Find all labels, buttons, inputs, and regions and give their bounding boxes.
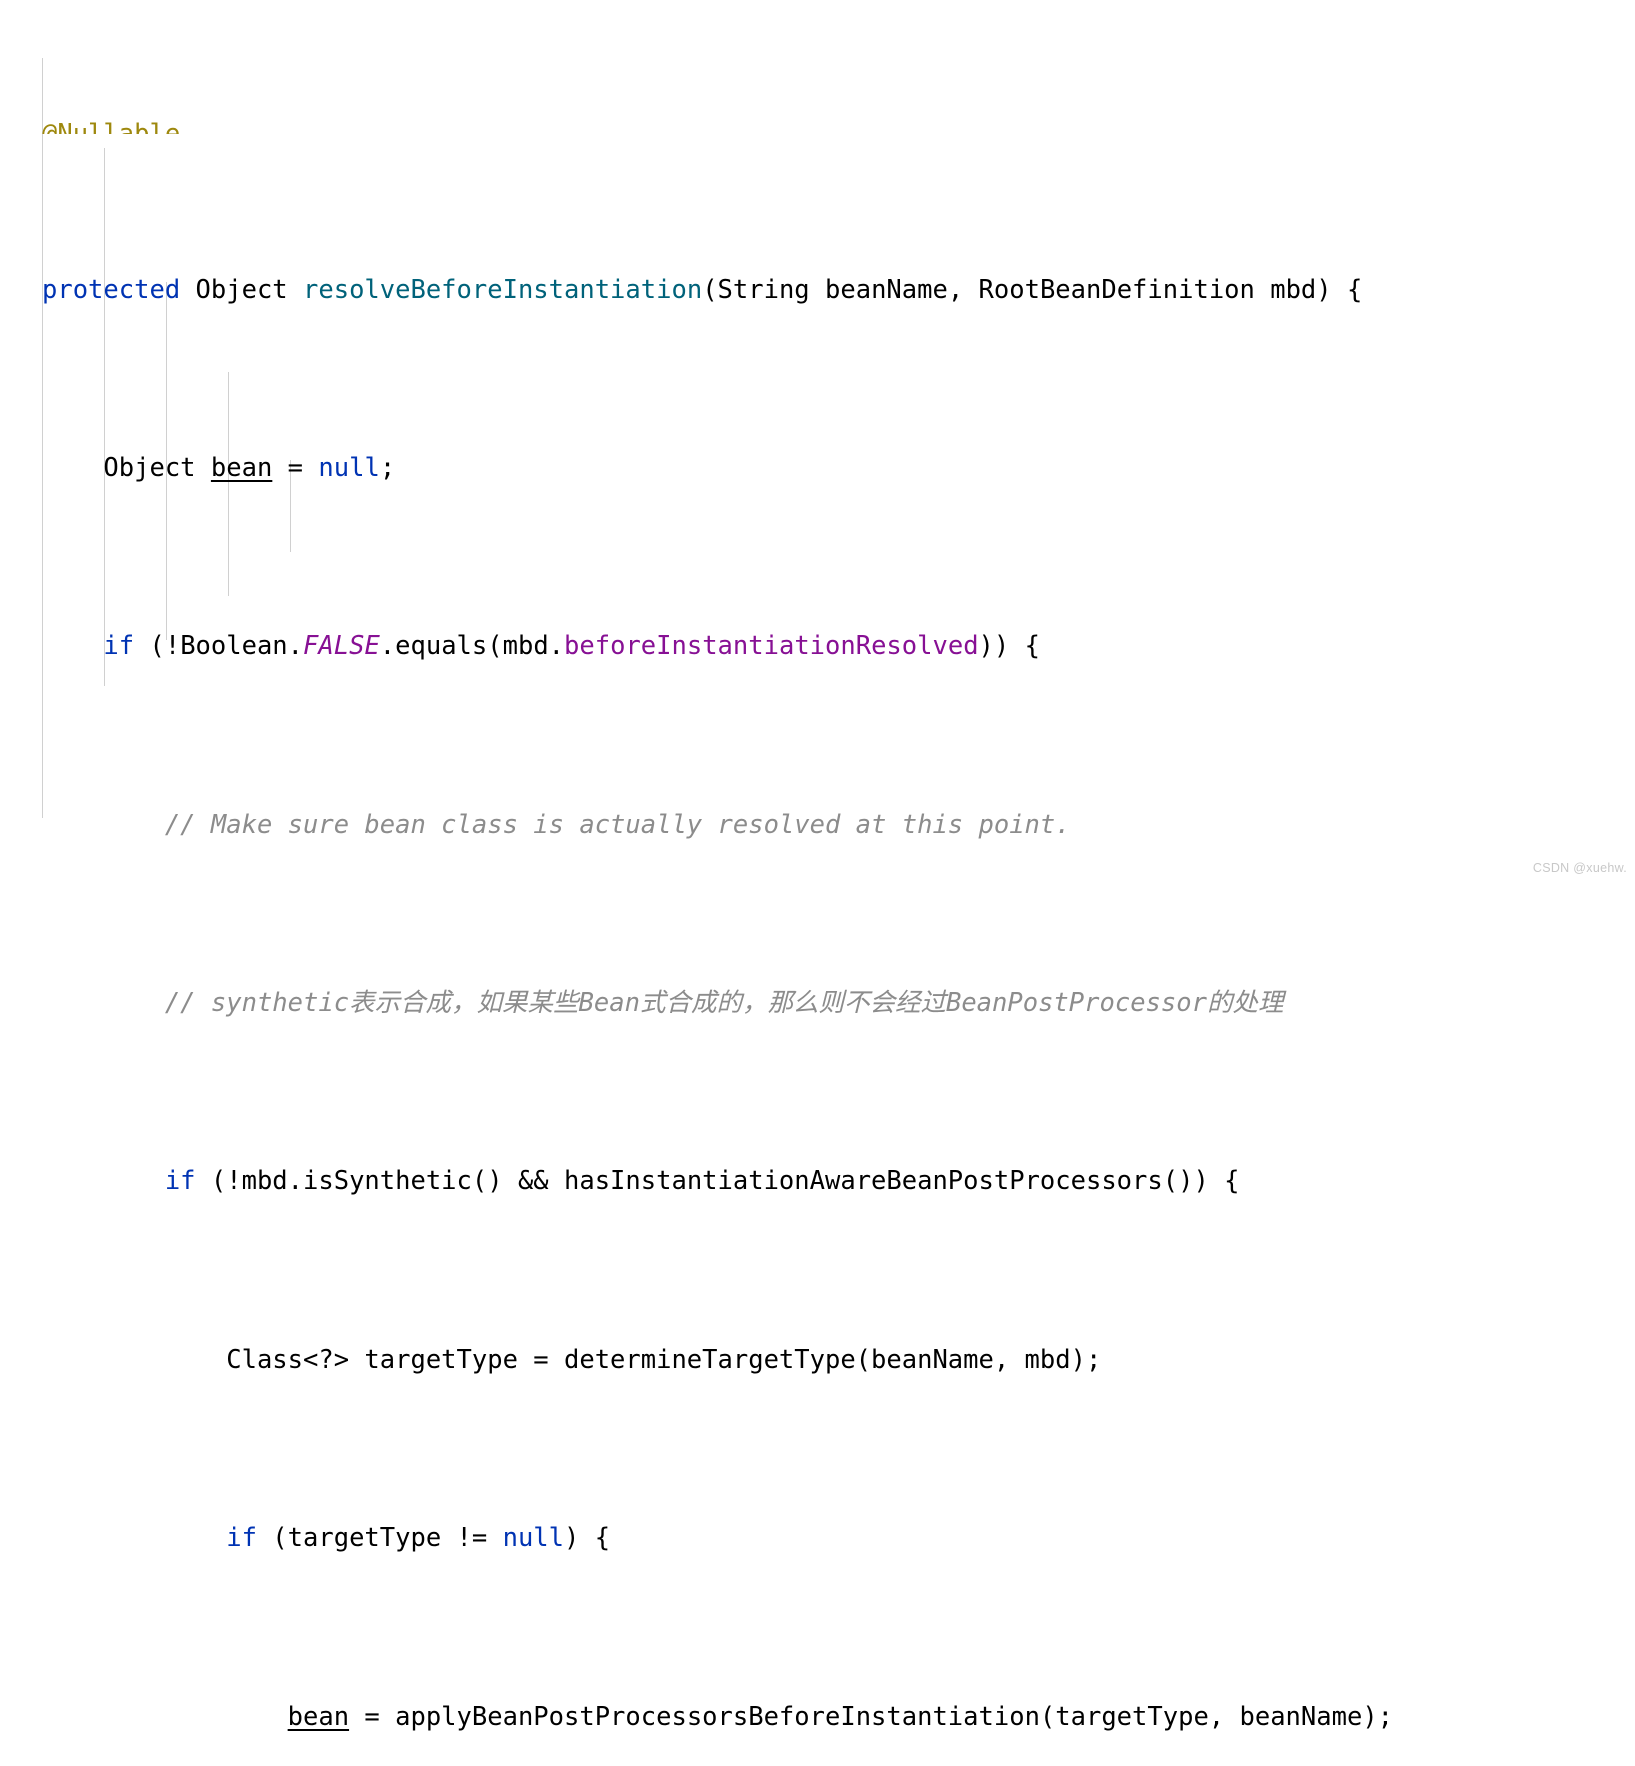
keyword-null: null xyxy=(502,1523,565,1554)
assignment-operator: = xyxy=(272,452,319,483)
keyword-if: if xyxy=(103,631,135,662)
type-object: Object xyxy=(103,452,196,483)
method-declaration-name: resolveBeforeInstantiation xyxy=(303,274,703,305)
keyword-protected: protected xyxy=(42,274,181,305)
code-line-1[interactable]: @Nullable xyxy=(0,112,1635,134)
comment-chinese: // synthetic表示合成，如果某些Bean式合成的，那么则不会经过Bea… xyxy=(164,988,1284,1019)
code-text[interactable]: @Nullable protected Object resolveBefore… xyxy=(0,0,1635,1732)
expression-part: (!mbd.isSynthetic() && hasInstantiationA… xyxy=(195,1166,1240,1197)
code-line-4[interactable]: if (!Boolean.FALSE.equals(mbd.beforeInst… xyxy=(0,624,1635,669)
field-before-instantiation-resolved: beforeInstantiationResolved xyxy=(564,631,979,662)
annotation-nullable: @Nullable xyxy=(42,118,181,134)
code-line-10[interactable]: bean = applyBeanPostProcessorsBeforeInst… xyxy=(0,1695,1635,1740)
expression-part: (!Boolean. xyxy=(134,631,304,662)
code-line-7[interactable]: if (!mbd.isSynthetic() && hasInstantiati… xyxy=(0,1159,1635,1204)
type-object: Object xyxy=(195,274,288,305)
csdn-watermark: CSDN @xuehw. xyxy=(1532,861,1627,875)
expression-part: .equals(mbd. xyxy=(379,631,565,662)
code-line-3[interactable]: Object bean = null; xyxy=(0,446,1635,491)
code-editor-viewport[interactable]: @Nullable protected Object resolveBefore… xyxy=(0,0,1635,1732)
code-line-8[interactable]: Class<?> targetType = determineTargetTyp… xyxy=(0,1338,1635,1383)
statement-target-type: Class<?> targetType = determineTargetTyp… xyxy=(226,1344,1102,1375)
keyword-if: if xyxy=(164,1166,196,1197)
keyword-null: null xyxy=(318,452,380,483)
statement-apply-before-instantiation: = applyBeanPostProcessorsBeforeInstantia… xyxy=(349,1701,1394,1732)
code-line-5[interactable]: // Make sure bean class is actually reso… xyxy=(0,803,1635,848)
code-line-6[interactable]: // synthetic表示合成，如果某些Bean式合成的，那么则不会经过Bea… xyxy=(0,981,1635,1026)
expression-part: ) { xyxy=(564,1523,611,1554)
code-line-2[interactable]: protected Object resolveBeforeInstantiat… xyxy=(0,268,1635,313)
local-variable-bean: bean xyxy=(210,452,273,483)
code-line-9[interactable]: if (targetType != null) { xyxy=(0,1516,1635,1561)
method-parameter-list: (String beanName, RootBeanDefinition mbd… xyxy=(702,274,1363,305)
semicolon: ; xyxy=(379,452,396,483)
expression-part: )) { xyxy=(978,631,1040,662)
keyword-if: if xyxy=(226,1523,257,1554)
expression-part: (targetType != xyxy=(256,1523,503,1554)
local-variable-bean: bean xyxy=(287,1701,350,1732)
static-field-false: FALSE xyxy=(303,631,380,662)
comment-english: // Make sure bean class is actually reso… xyxy=(164,809,1071,840)
